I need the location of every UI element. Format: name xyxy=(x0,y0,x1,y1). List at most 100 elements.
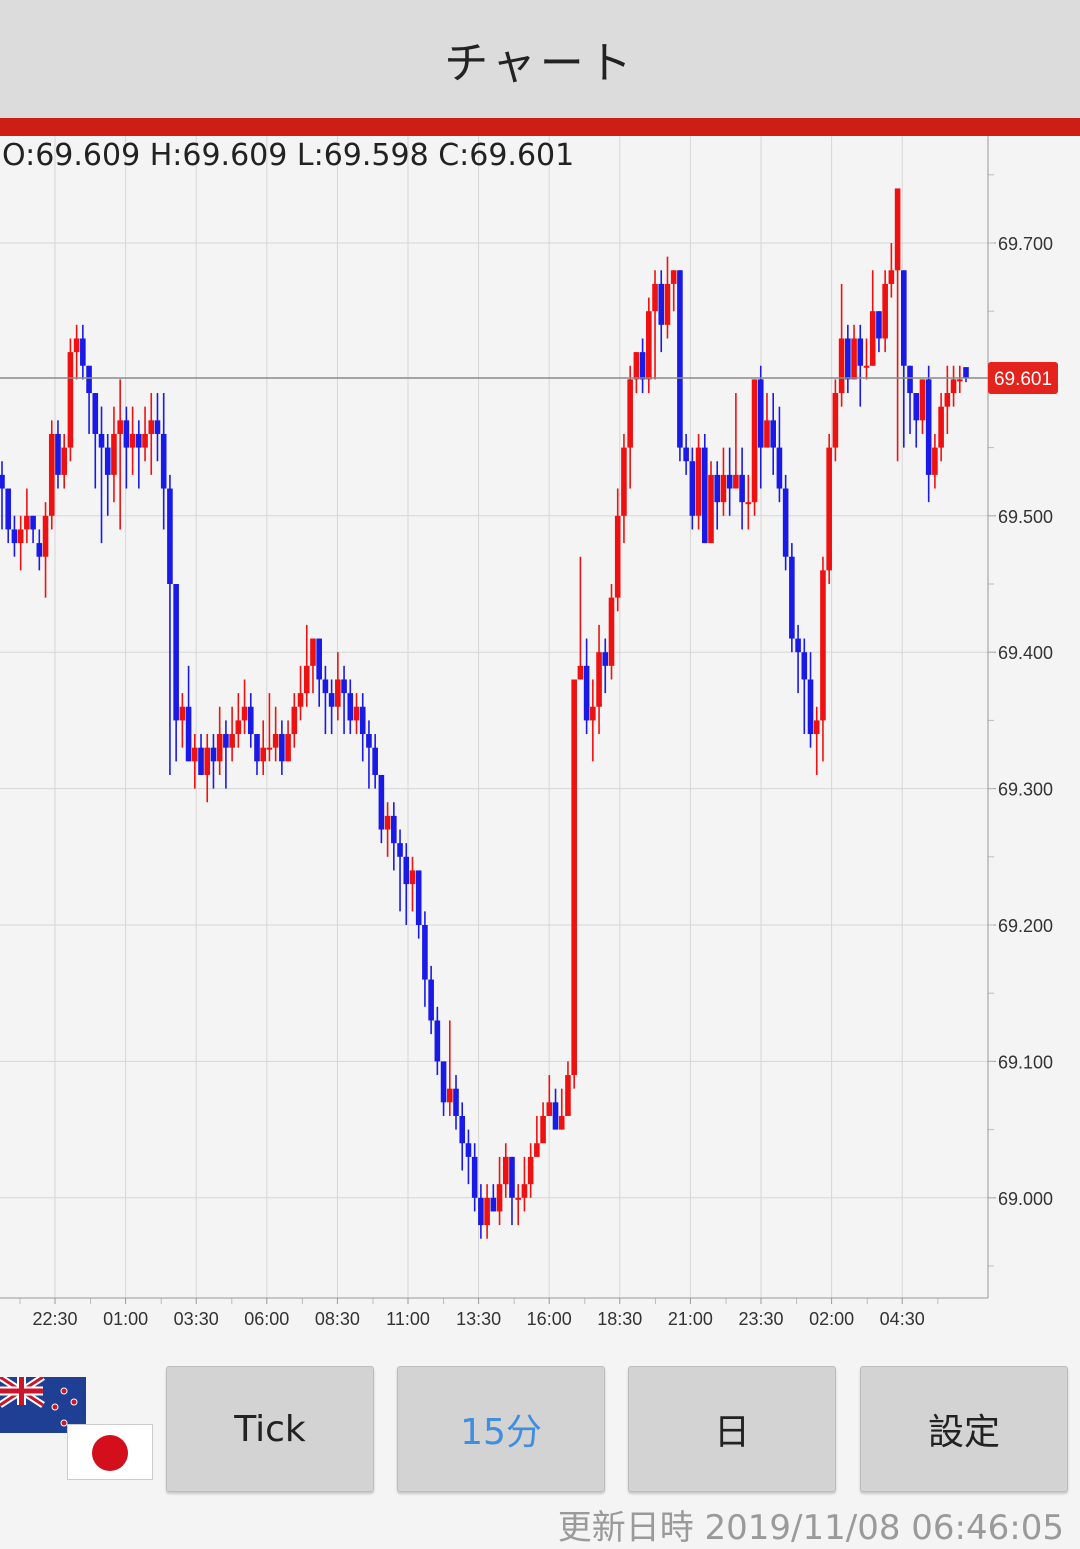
candlestick-chart[interactable]: 69.700 69.500 69.400 69.300 69.200 69.100 69.0… xyxy=(0,136,1080,1366)
candle-body xyxy=(67,352,74,448)
tab-day[interactable]: 日 xyxy=(628,1366,836,1492)
candle-body xyxy=(863,365,870,368)
candle-body xyxy=(701,447,708,544)
page-title: チャート xyxy=(0,0,1080,118)
candle-body xyxy=(303,665,310,694)
candle-body xyxy=(80,338,86,366)
candle-body xyxy=(291,706,298,735)
candle-body xyxy=(229,734,235,748)
candle-body xyxy=(36,543,43,557)
candle-body xyxy=(583,665,590,721)
candle-body xyxy=(266,747,273,750)
y-tick-label: 69.000 xyxy=(998,1189,1053,1209)
candle-body xyxy=(353,706,360,721)
candle-body xyxy=(422,925,428,980)
candle-body xyxy=(751,379,758,503)
candle-body xyxy=(341,679,347,694)
candle-body xyxy=(776,447,783,489)
candle-body xyxy=(434,1020,441,1062)
candle-body xyxy=(17,529,24,544)
candle-body xyxy=(739,474,745,503)
candle-body xyxy=(322,679,329,694)
x-tick-label: 21:00 xyxy=(668,1309,713,1329)
candle-body xyxy=(919,379,926,421)
candle-body xyxy=(608,597,615,666)
candle-body xyxy=(757,379,764,448)
candle-body xyxy=(478,1197,484,1226)
x-tick-label: 13:30 xyxy=(456,1309,501,1329)
candle-body xyxy=(24,515,30,530)
candle-body xyxy=(378,774,385,830)
candle-body xyxy=(782,488,789,557)
candle-body xyxy=(61,447,67,475)
x-tick-label: 02:00 xyxy=(809,1309,854,1329)
candle-body xyxy=(652,283,658,312)
candle-body xyxy=(565,1075,571,1116)
candle-body xyxy=(366,734,372,748)
candle-body xyxy=(938,406,944,448)
candle-body xyxy=(198,747,204,775)
candle-body xyxy=(297,693,304,707)
candle-body xyxy=(540,1115,546,1144)
candle-body xyxy=(882,283,888,339)
candle-body xyxy=(459,1115,466,1144)
candle-body xyxy=(614,515,621,598)
candle-body xyxy=(845,338,851,380)
x-tick-label: 16:00 xyxy=(527,1309,572,1329)
y-tick-label: 69.400 xyxy=(998,643,1053,663)
candle-body xyxy=(328,693,335,707)
candle-body xyxy=(260,747,267,762)
candle-body xyxy=(664,283,671,325)
candle-body xyxy=(372,747,378,775)
candle-body xyxy=(179,706,186,721)
candle-body xyxy=(347,693,354,721)
candle-body xyxy=(820,570,826,721)
candle-body xyxy=(279,734,285,762)
candle-body xyxy=(801,652,808,680)
candle-body xyxy=(154,420,161,434)
candle-body xyxy=(534,1143,540,1157)
x-tick-label: 04:30 xyxy=(880,1309,925,1329)
candle-body xyxy=(708,474,714,544)
tab-settings[interactable]: 設定 xyxy=(860,1366,1068,1492)
candle-body xyxy=(254,734,260,762)
candle-body xyxy=(235,720,242,735)
candle-body xyxy=(876,311,882,339)
candle-body xyxy=(658,283,665,325)
candle-body xyxy=(384,815,391,830)
y-tick-label: 69.100 xyxy=(998,1052,1053,1072)
candle-body xyxy=(335,679,341,707)
candle-body xyxy=(869,311,876,366)
candle-body xyxy=(502,1156,509,1185)
current-price-label: 69.601 xyxy=(994,369,1052,390)
candle-body xyxy=(627,379,633,448)
japan-flag[interactable] xyxy=(67,1424,153,1480)
candle-body xyxy=(789,556,795,639)
candle-body xyxy=(963,367,969,379)
tab-tick[interactable]: Tick xyxy=(166,1366,374,1492)
candle-body xyxy=(813,720,820,735)
ohlc-readout: O:69.609 H:69.609 L:69.598 C:69.601 xyxy=(2,138,575,173)
candle-body xyxy=(111,433,117,475)
candle-body xyxy=(471,1156,478,1198)
candle-body xyxy=(98,433,105,448)
candle-body xyxy=(204,747,211,775)
candle-body xyxy=(310,638,316,666)
candle-body xyxy=(397,843,403,857)
candle-body xyxy=(285,734,291,762)
y-tick-label: 69.300 xyxy=(998,780,1053,800)
candle-body xyxy=(546,1102,553,1116)
candle-body xyxy=(453,1088,459,1116)
updated-timestamp: 更新日時 2019/11/08 06:46:05 xyxy=(557,1508,1064,1548)
accent-bar xyxy=(0,118,1080,136)
tab-15min[interactable]: 15分 xyxy=(397,1366,605,1492)
candle-body xyxy=(496,1184,503,1212)
candle-body xyxy=(210,747,217,762)
candle-body xyxy=(86,365,92,394)
candle-body xyxy=(173,584,179,721)
candle-body xyxy=(689,461,696,516)
x-tick-label: 23:30 xyxy=(738,1309,783,1329)
candle-body xyxy=(409,870,416,885)
candle-body xyxy=(42,515,49,557)
candle-body xyxy=(0,474,5,489)
